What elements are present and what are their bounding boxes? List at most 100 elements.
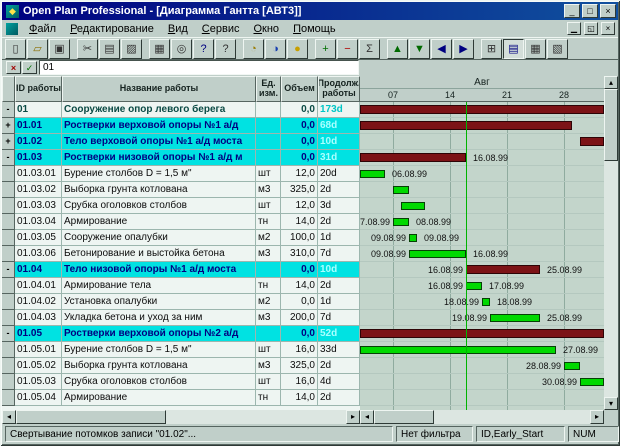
new-file-button[interactable]: ▯ bbox=[5, 39, 26, 59]
gantt-bar-task[interactable] bbox=[409, 234, 417, 242]
gantt-bar-task[interactable] bbox=[466, 282, 482, 290]
scroll-down-button[interactable]: ▾ bbox=[604, 397, 618, 410]
table-scroll-left-button[interactable]: ◂ bbox=[2, 410, 16, 424]
print-button[interactable]: ▦ bbox=[149, 39, 170, 59]
gantt-bar-task[interactable] bbox=[482, 298, 490, 306]
table-row[interactable]: 01.04.03Укладка бетона и уход за нимм320… bbox=[2, 310, 360, 326]
expand-toggle[interactable]: - bbox=[2, 102, 15, 118]
calendar-button[interactable]: ⊞ bbox=[481, 39, 502, 59]
spreadsheet-view-button[interactable]: ▦ bbox=[525, 39, 546, 59]
gantt-horizontal-scrollbar[interactable]: ◂ ▸ bbox=[360, 410, 604, 424]
expand-toggle[interactable]: - bbox=[2, 262, 15, 278]
table-row[interactable]: 01.05.04Армированиетн14,02d bbox=[2, 390, 360, 406]
table-row[interactable]: 01.03.02Выборка грунта котлованам3325,02… bbox=[2, 182, 360, 198]
table-scroll-right-button[interactable]: ▸ bbox=[346, 410, 360, 424]
vscroll-thumb[interactable] bbox=[604, 89, 618, 161]
expand-toggle[interactable]: + bbox=[2, 118, 15, 134]
gantt-hscroll-thumb[interactable] bbox=[374, 410, 434, 424]
preview-button[interactable]: ◎ bbox=[171, 39, 192, 59]
header-name[interactable]: Название работы bbox=[62, 76, 256, 102]
move-down-button[interactable]: ▼ bbox=[409, 39, 430, 59]
gantt-bar-task[interactable] bbox=[409, 250, 466, 258]
gantt-view-button[interactable]: ▤ bbox=[503, 39, 524, 59]
gantt-bar-task[interactable] bbox=[393, 218, 409, 226]
indent-button[interactable]: ▶ bbox=[453, 39, 474, 59]
table-row[interactable]: 01.03.01Бурение столбов D = 1,5 м"шт12,0… bbox=[2, 166, 360, 182]
paste-button[interactable]: ▨ bbox=[121, 39, 142, 59]
gantt-bar-summary[interactable] bbox=[360, 105, 604, 114]
menu-item-6[interactable]: Помощь bbox=[286, 21, 343, 37]
header-volume[interactable]: Объем bbox=[281, 76, 318, 102]
expand-toggle[interactable]: - bbox=[2, 150, 15, 166]
app-icon[interactable]: ◆ bbox=[6, 5, 19, 18]
scroll-up-button[interactable]: ▴ bbox=[604, 76, 618, 89]
table-horizontal-scrollbar[interactable]: ◂ ▸ bbox=[2, 410, 360, 424]
add-activity-button[interactable]: + bbox=[315, 39, 336, 59]
gantt-bar-task[interactable] bbox=[360, 346, 556, 354]
maximize-button[interactable]: □ bbox=[582, 4, 598, 18]
cut-button[interactable]: ✂ bbox=[77, 39, 98, 59]
expand-toggle[interactable]: + bbox=[2, 134, 15, 150]
document-icon[interactable] bbox=[6, 23, 18, 35]
table-row[interactable]: +01.01Ростверки верховой опоры №1 а/д0,0… bbox=[2, 118, 360, 134]
menu-item-5[interactable]: Окно bbox=[246, 21, 286, 37]
open-file-button[interactable]: ▱ bbox=[27, 39, 48, 59]
table-row[interactable]: 01.05.03Срубка оголовков столбовшт16,04d bbox=[2, 374, 360, 390]
header-id[interactable]: ID работы bbox=[15, 76, 62, 102]
cancel-edit-button[interactable]: × bbox=[6, 61, 21, 74]
cell-edit-input[interactable] bbox=[39, 60, 359, 75]
gantt-bar-task[interactable] bbox=[360, 170, 385, 178]
gantt-bar-task[interactable] bbox=[393, 186, 409, 194]
table-hscroll-thumb[interactable] bbox=[16, 410, 166, 424]
header-duration[interactable]: Продолж. работы bbox=[318, 76, 360, 102]
vertical-scrollbar[interactable]: ▴ ▾ bbox=[604, 76, 618, 410]
rollup-button[interactable]: Σ bbox=[359, 39, 380, 59]
gantt-bar-task[interactable] bbox=[490, 314, 540, 322]
table-row[interactable]: 01.05.02Выборка грунта котлованам3325,02… bbox=[2, 358, 360, 374]
notes-view-button[interactable]: ▧ bbox=[547, 39, 568, 59]
minimize-button[interactable]: _ bbox=[564, 4, 580, 18]
table-row[interactable]: 01.03.05Сооружение опалубким2100,01d bbox=[2, 230, 360, 246]
menu-item-2[interactable]: Редактирование bbox=[63, 21, 161, 37]
expand-toggle[interactable]: - bbox=[2, 326, 15, 342]
table-row[interactable]: -01.04Тело низовой опоры №1 а/д моста0,0… bbox=[2, 262, 360, 278]
table-row[interactable]: 01.03.06Бетонирование и выстойка бетонам… bbox=[2, 246, 360, 262]
move-up-button[interactable]: ▲ bbox=[387, 39, 408, 59]
gantt-bar-task[interactable] bbox=[580, 378, 604, 386]
menu-item-1[interactable]: Файл bbox=[22, 21, 63, 37]
table-row[interactable]: +01.02Тело верховой опоры №1 а/д моста0,… bbox=[2, 134, 360, 150]
table-row[interactable]: 01.03.04Армированиетн14,02d bbox=[2, 214, 360, 230]
mdi-minimize-button[interactable]: ▁ bbox=[567, 22, 581, 35]
gantt-scroll-right-button[interactable]: ▸ bbox=[590, 410, 604, 424]
gantt-bar-task[interactable] bbox=[401, 202, 425, 210]
table-row[interactable]: -01Сооружение опор левого берега0,0173d bbox=[2, 102, 360, 118]
menu-item-4[interactable]: Сервис bbox=[195, 21, 247, 37]
save-button[interactable]: ▣ bbox=[49, 39, 70, 59]
menu-item-3[interactable]: Вид bbox=[161, 21, 195, 37]
gantt-scroll-left-button[interactable]: ◂ bbox=[360, 410, 374, 424]
delete-activity-button[interactable]: − bbox=[337, 39, 358, 59]
context-help-button[interactable]: ? bbox=[215, 39, 236, 59]
table-row[interactable]: -01.03Ростверки низовой опоры №1 а/д м0,… bbox=[2, 150, 360, 166]
header-unit[interactable]: Ед. изм. bbox=[256, 76, 281, 102]
table-row[interactable]: 01.04.02Установка опалубким20,01d bbox=[2, 294, 360, 310]
table-row[interactable]: -01.05Ростверки верховой опоры №2 а/д0,0… bbox=[2, 326, 360, 342]
close-button[interactable]: × bbox=[600, 4, 616, 18]
gantt-bar-summary[interactable] bbox=[580, 137, 604, 146]
mdi-close-button[interactable]: × bbox=[601, 22, 615, 35]
confirm-edit-button[interactable]: ✓ bbox=[22, 61, 37, 74]
help-button[interactable]: ? bbox=[193, 39, 214, 59]
outdent-button[interactable]: ◀ bbox=[431, 39, 452, 59]
gantt-bar-summary[interactable] bbox=[360, 153, 466, 162]
table-row[interactable]: 01.05.01Бурение столбов D = 1,5 м"шт16,0… bbox=[2, 342, 360, 358]
time-analysis-button[interactable]: ◔ bbox=[243, 39, 264, 59]
title-bar[interactable]: ◆ Open Plan Professional - [Диаграмма Га… bbox=[2, 2, 618, 20]
copy-button[interactable]: ▤ bbox=[99, 39, 120, 59]
resource-analysis-button[interactable]: ◑ bbox=[265, 39, 286, 59]
gantt-bar-task[interactable] bbox=[564, 362, 580, 370]
alarm-button[interactable]: ● bbox=[287, 39, 308, 59]
gantt-bar-summary[interactable] bbox=[360, 329, 604, 338]
table-row[interactable]: 01.03.03Срубка оголовков столбовшт12,03d bbox=[2, 198, 360, 214]
mdi-restore-button[interactable]: ◱ bbox=[584, 22, 598, 35]
gantt-bar-summary[interactable] bbox=[466, 265, 540, 274]
